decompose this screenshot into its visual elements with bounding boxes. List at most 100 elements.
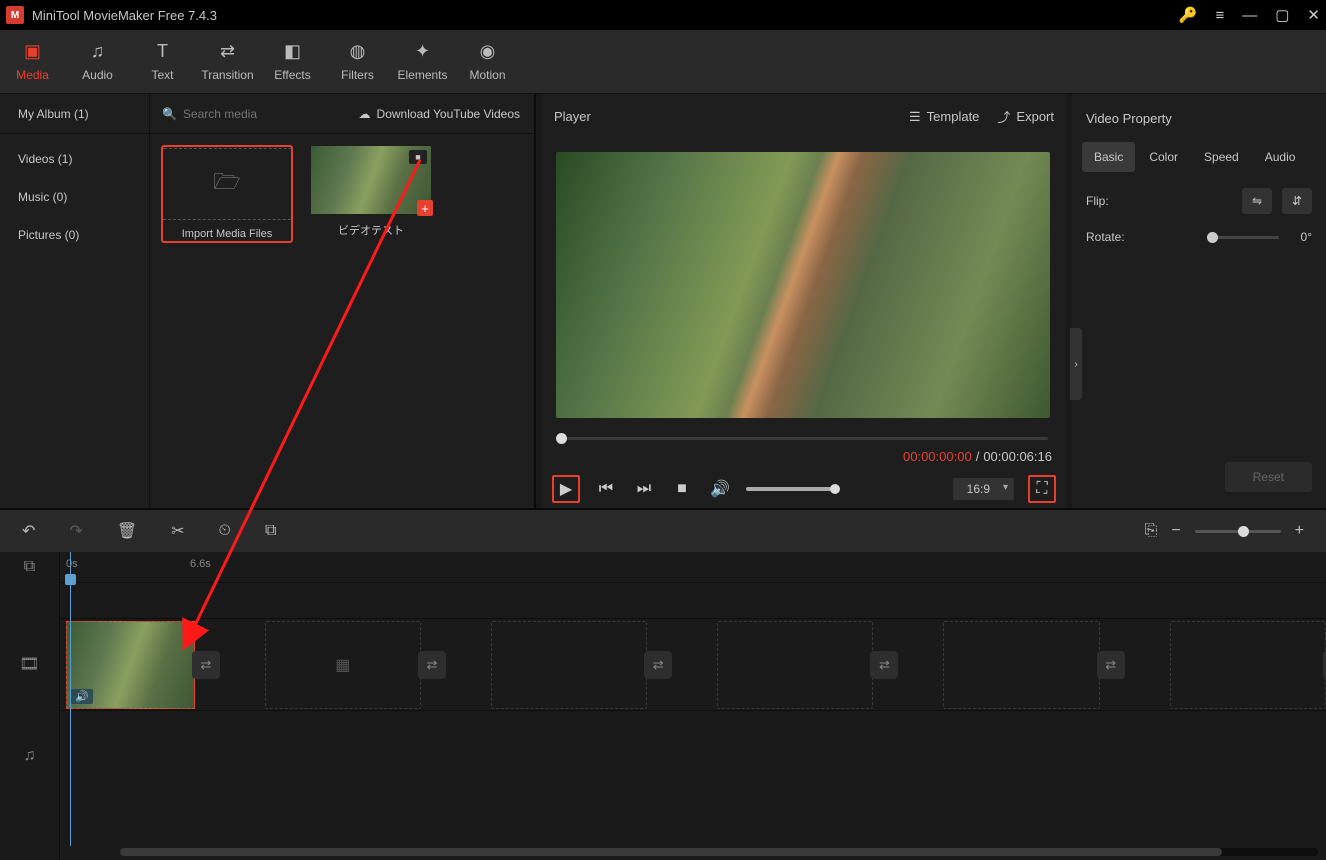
tab-basic[interactable]: Basic (1082, 142, 1135, 172)
sidebar-item-pictures[interactable]: Pictures (0) (0, 216, 149, 254)
volume-icon[interactable]: 🔊 (708, 477, 732, 501)
ribbon-text[interactable]: T Text (130, 30, 195, 93)
import-media-card[interactable]: 🗁 Import Media Files (162, 146, 292, 242)
empty-clip-slot[interactable]: ⇄ (1170, 621, 1326, 709)
property-panel: › Video Property Basic Color Speed Audio… (1072, 94, 1326, 508)
add-to-timeline-icon[interactable]: + (417, 200, 433, 216)
zoom-in-button[interactable]: + (1295, 522, 1304, 540)
media-thumbnails: 🗁 Import Media Files ■ + ビデオテスト (150, 134, 534, 508)
empty-clip-slot[interactable]: ▦⇄ (265, 621, 421, 709)
tab-audio[interactable]: Audio (1253, 142, 1308, 172)
audio-track[interactable] (60, 710, 1326, 794)
delete-button[interactable]: 🗑 (117, 521, 137, 541)
play-button[interactable]: ▶ (552, 475, 580, 503)
ribbon-effects[interactable]: ◧Effects (260, 30, 325, 93)
ribbon-transition[interactable]: ⇄Transition (195, 30, 260, 93)
minimize-button[interactable]: ― (1242, 7, 1257, 24)
video-preview[interactable] (556, 152, 1050, 418)
playhead[interactable] (70, 552, 71, 846)
media-clip-card[interactable]: ■ + ビデオテスト (306, 146, 436, 238)
export-button[interactable]: ⤴ Export (997, 107, 1054, 126)
ribbon-audio[interactable]: ♫Audio (65, 30, 130, 93)
timeline-clip[interactable]: 🔊 ⇄ (66, 621, 195, 709)
transition-slot[interactable]: ⇄ (418, 651, 446, 679)
window-controls: 🔑 ≡ ― ▢ ✕ (1179, 6, 1320, 24)
transition-slot[interactable]: ⇄ (644, 651, 672, 679)
undo-button[interactable]: ↶ (22, 521, 35, 541)
prev-frame-button[interactable]: ⏮ (594, 477, 618, 501)
flip-horizontal-button[interactable]: ⇋ (1242, 188, 1272, 214)
ribbon-elements[interactable]: ✦Elements (390, 30, 455, 93)
zoom-slider[interactable] (1195, 530, 1281, 533)
speed-button[interactable]: ⏲ (219, 522, 231, 540)
rotate-slider[interactable] (1209, 236, 1279, 239)
crop-button[interactable]: ⧉ (265, 522, 276, 540)
current-time: 00:00:00:00 (903, 449, 972, 464)
rotate-value: 0° (1301, 230, 1312, 244)
maximize-button[interactable]: ▢ (1275, 6, 1289, 24)
ribbon-label: Media (16, 68, 49, 82)
empty-clip-slot[interactable]: ⇄ (717, 621, 873, 709)
transition-slot[interactable]: ⇄ (870, 651, 898, 679)
export-label: Export (1016, 109, 1054, 124)
my-album-header[interactable]: My Album (1) (0, 94, 150, 133)
import-label: Import Media Files (182, 228, 272, 240)
menu-icon[interactable]: ≡ (1215, 7, 1224, 24)
timeline-body[interactable]: 0s 6.6s 🔊 ⇄ ▦⇄ ⇄ ⇄ ⇄ ⇄ (60, 552, 1326, 860)
ribbon-filters[interactable]: ◍Filters (325, 30, 390, 93)
sidebar-item-videos[interactable]: Videos (1) (0, 140, 149, 178)
import-dropzone[interactable]: 🗁 (162, 148, 292, 220)
player-controls: ▶ ⏮ ⏭ ■ 🔊 16:9 ⛶ (552, 470, 1056, 508)
video-track[interactable]: 🔊 ⇄ ▦⇄ ⇄ ⇄ ⇄ ⇄ (60, 618, 1326, 710)
add-track-button[interactable]: ⧉ (0, 552, 59, 582)
volume-slider[interactable] (746, 487, 838, 491)
empty-clip-slot[interactable]: ⇄ (491, 621, 647, 709)
app-icon: M (6, 6, 24, 24)
tab-color[interactable]: Color (1137, 142, 1190, 172)
seek-bar[interactable] (556, 428, 1052, 449)
flip-vertical-button[interactable]: ⇵ (1282, 188, 1312, 214)
empty-clip-slot[interactable]: ⇄ (943, 621, 1099, 709)
redo-button[interactable]: ↷ (69, 521, 82, 541)
horizontal-scrollbar[interactable] (120, 848, 1318, 856)
next-frame-button[interactable]: ⏭ (632, 477, 656, 501)
ribbon-label: Transition (201, 68, 253, 82)
aspect-ratio-select[interactable]: 16:9 (953, 478, 1014, 500)
export-icon: ⤴ (997, 107, 1010, 126)
zoom-out-button[interactable]: − (1171, 522, 1180, 540)
folder-open-icon: 🗁 (213, 165, 240, 203)
sidebar-item-music[interactable]: Music (0) (0, 178, 149, 216)
search-input[interactable] (183, 107, 347, 121)
transition-slot[interactable]: ⇄ (1097, 651, 1125, 679)
ribbon-label: Elements (397, 68, 447, 82)
reset-button[interactable]: Reset (1225, 462, 1312, 492)
ruler-mark: 0s (66, 558, 78, 570)
fullscreen-button[interactable]: ⛶ (1028, 475, 1056, 503)
overlay-track[interactable] (60, 582, 1326, 618)
text-icon: T (157, 41, 168, 62)
tab-speed[interactable]: Speed (1192, 142, 1251, 172)
clip-thumbnail[interactable]: ■ + (311, 146, 431, 214)
media-type-list: Videos (1) Music (0) Pictures (0) (0, 134, 150, 508)
time-ruler[interactable]: 0s 6.6s (60, 552, 1326, 582)
app-title: MiniTool MovieMaker Free 7.4.3 (32, 8, 217, 23)
property-title: Video Property (1086, 111, 1172, 126)
upgrade-key-icon[interactable]: 🔑 (1179, 6, 1198, 24)
split-button[interactable]: ✂ (171, 521, 184, 541)
ribbon-motion[interactable]: ◉Motion (455, 30, 520, 93)
cloud-download-icon: ☁ (359, 107, 371, 121)
expand-handle[interactable]: › (1070, 328, 1082, 400)
fit-button[interactable]: ⎘ (1145, 522, 1158, 540)
player-panel: Player ☰Template ⤴Export 00:00:00:00 / 0… (542, 94, 1066, 508)
close-button[interactable]: ✕ (1307, 6, 1320, 24)
template-button[interactable]: ☰Template (909, 107, 979, 126)
search-icon: 🔍 (162, 107, 177, 121)
transition-slot[interactable]: ⇄ (192, 651, 220, 679)
search-media[interactable]: 🔍 (150, 107, 359, 121)
ribbon-label: Text (151, 68, 173, 82)
music-note-icon: ♫ (91, 41, 105, 62)
download-youtube-button[interactable]: ☁ Download YouTube Videos (359, 107, 534, 121)
ribbon-media[interactable]: ▣Media (0, 30, 65, 93)
stop-button[interactable]: ■ (670, 477, 694, 501)
clip-audio-icon[interactable]: 🔊 (71, 689, 93, 704)
